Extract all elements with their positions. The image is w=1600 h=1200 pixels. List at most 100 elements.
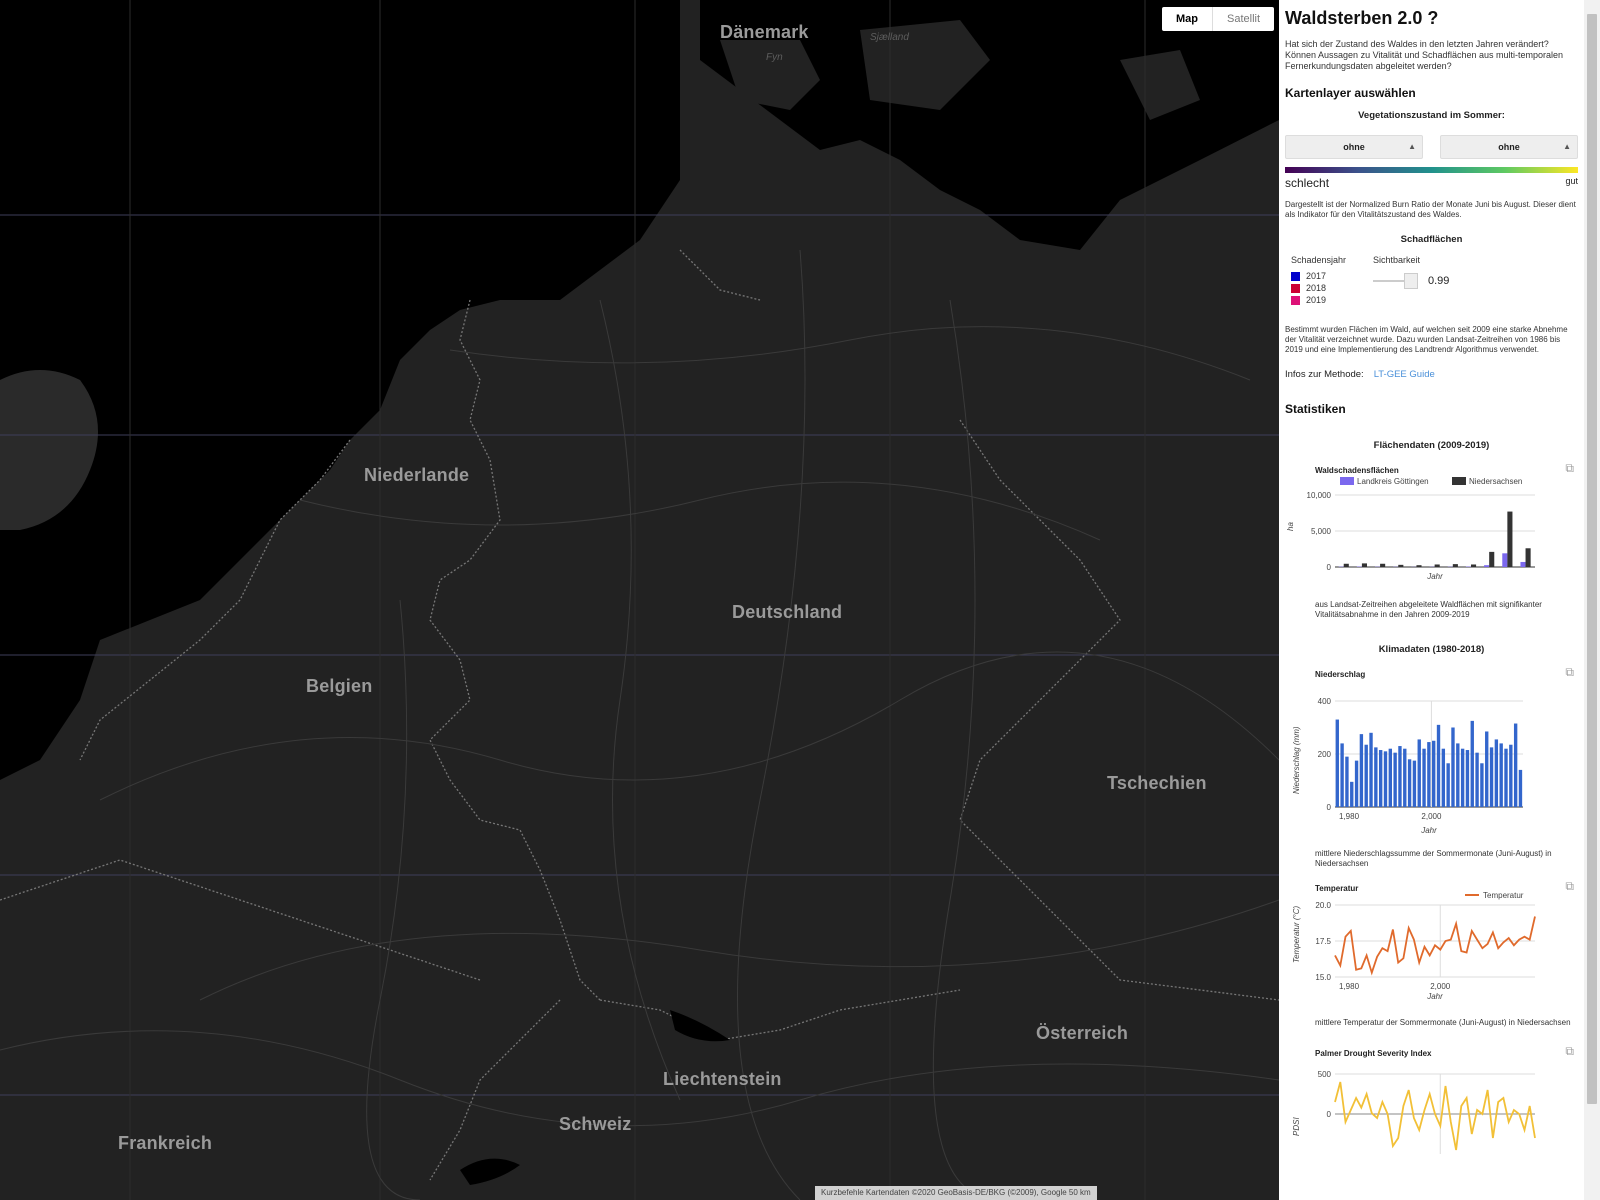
popout-icon[interactable]: ⧉ bbox=[1565, 1044, 1574, 1059]
bar bbox=[1499, 743, 1503, 807]
bar bbox=[1436, 724, 1441, 807]
y-axis-label: PDSI bbox=[1292, 1117, 1301, 1136]
visibility-value: 0.99 bbox=[1428, 275, 1450, 287]
label-frankreich: Frankreich bbox=[118, 1133, 213, 1153]
bar bbox=[1446, 763, 1450, 807]
x-tick-label: 2,000 bbox=[1430, 982, 1451, 991]
bar bbox=[1460, 748, 1465, 807]
label-daenemark: Dänemark bbox=[720, 22, 809, 42]
lt-gee-guide-link[interactable]: LT-GEE Guide bbox=[1374, 369, 1435, 380]
side-panel: Waldsterben 2.0 ? Hat sich der Zustand d… bbox=[1279, 0, 1584, 1200]
temp-chart-box: ⧉ Temperatur 20.0 17.5 15.0 1,980 2,000 Jahr Te… bbox=[1285, 879, 1578, 1014]
bar bbox=[1507, 511, 1513, 567]
bar bbox=[1359, 734, 1364, 807]
veg-select-right-value: ohne bbox=[1498, 142, 1520, 152]
legend-item-2017: 2017 bbox=[1291, 271, 1373, 281]
legend-swatch bbox=[1340, 477, 1354, 485]
y-tick-label: 500 bbox=[1318, 1070, 1332, 1079]
label-niederlande: Niederlande bbox=[364, 465, 470, 485]
legend-item-2019: 2019 bbox=[1291, 295, 1373, 305]
y-axis-label: ha bbox=[1286, 522, 1295, 531]
series-line bbox=[1334, 916, 1536, 976]
area-chart: Waldschadensflächen Landkreis Göttingen Ni… bbox=[1286, 466, 1535, 581]
bar bbox=[1427, 742, 1431, 807]
label-fyn: Fyn bbox=[766, 52, 783, 63]
bar bbox=[1361, 563, 1367, 567]
bar bbox=[1475, 752, 1479, 807]
map-type-satellite-button[interactable]: Satellit bbox=[1213, 7, 1274, 31]
temp-caption: mittlere Temperatur der Sommermonate (Ju… bbox=[1315, 1018, 1571, 1027]
pdsi-chart: Palmer Drought Severity Index 500 0 PDSI bbox=[1292, 1049, 1536, 1154]
label-belgien: Belgien bbox=[306, 676, 373, 696]
y-tick-label: 400 bbox=[1318, 697, 1332, 706]
legend-swatch bbox=[1291, 295, 1300, 305]
layer-heading: Kartenlayer auswählen bbox=[1285, 86, 1416, 100]
bar bbox=[1416, 565, 1422, 567]
x-axis-label: Jahr bbox=[1420, 826, 1437, 835]
bar bbox=[1489, 551, 1495, 567]
bar bbox=[1364, 744, 1368, 807]
veg-select-right[interactable]: ohne ▲ bbox=[1440, 135, 1578, 159]
bar bbox=[1388, 748, 1392, 807]
area-caption: aus Landsat-Zeitreihen abgeleitete Waldf… bbox=[1315, 600, 1542, 619]
bar bbox=[1489, 747, 1494, 807]
legend-swatch bbox=[1291, 283, 1300, 293]
veg-select-left-value: ohne bbox=[1343, 142, 1365, 152]
veg-select-left[interactable]: ohne ▲ bbox=[1285, 135, 1423, 159]
precip-chart: Niederschlag 400 200 0 1,980 2,000 Jahr Nieders… bbox=[1292, 670, 1523, 835]
bar bbox=[1398, 564, 1404, 567]
legend-label: Niedersachsen bbox=[1469, 477, 1522, 486]
map-attribution[interactable]: Kurzbefehle Kartendaten ©2020 GeoBasis-D… bbox=[815, 1186, 1097, 1200]
popout-icon[interactable]: ⧉ bbox=[1565, 461, 1574, 476]
chart-title: Palmer Drought Severity Index bbox=[1315, 1049, 1432, 1058]
precip-chart-box: ⧉ Niederschlag 400 200 0 1,980 2,000 Jahr Niede… bbox=[1285, 665, 1578, 845]
scrollbar-thumb[interactable] bbox=[1587, 14, 1597, 1104]
temp-chart: Temperatur 20.0 17.5 15.0 1,980 2,000Jahr Temp… bbox=[1292, 884, 1536, 1001]
x-tick-label: 1,980 bbox=[1339, 982, 1360, 991]
method-label: Infos zur Methode: bbox=[1285, 369, 1364, 380]
popout-icon[interactable]: ⧉ bbox=[1565, 665, 1574, 680]
y-tick-label: 0 bbox=[1327, 563, 1332, 572]
bar bbox=[1470, 720, 1474, 807]
bar bbox=[1504, 748, 1508, 807]
map-basemap[interactable] bbox=[0, 0, 1279, 1200]
y-tick-label: 20.0 bbox=[1315, 901, 1331, 910]
map-type-map-button[interactable]: Map bbox=[1162, 7, 1213, 31]
bar bbox=[1398, 746, 1402, 807]
bar bbox=[1432, 740, 1436, 807]
panel-scrollbar[interactable] bbox=[1584, 0, 1600, 1200]
x-tick-label: 1,980 bbox=[1339, 812, 1360, 821]
updown-arrow-icon: ▲ bbox=[1563, 142, 1571, 151]
visibility-slider[interactable] bbox=[1373, 273, 1418, 289]
y-tick-label: 17.5 bbox=[1315, 937, 1331, 946]
bar bbox=[1340, 743, 1344, 807]
bar bbox=[1441, 748, 1446, 807]
bar bbox=[1403, 748, 1407, 807]
y-tick-label: 200 bbox=[1318, 750, 1332, 759]
nbr-text: Dargestellt ist der Normalized Burn Rati… bbox=[1285, 200, 1576, 219]
color-ramp bbox=[1285, 167, 1578, 173]
bar bbox=[1494, 739, 1499, 807]
y-tick-label: 5,000 bbox=[1311, 527, 1332, 536]
bar bbox=[1407, 759, 1412, 807]
legend-year: 2019 bbox=[1306, 295, 1327, 305]
bar bbox=[1456, 743, 1460, 807]
stats-heading: Statistiken bbox=[1285, 402, 1346, 416]
chart-title: Temperatur bbox=[1315, 884, 1358, 893]
bar bbox=[1378, 750, 1383, 807]
map-view[interactable]: Dänemark Fyn Sjælland Niederlande Deutsc… bbox=[0, 0, 1279, 1200]
bar bbox=[1452, 564, 1458, 567]
popout-icon[interactable]: ⧉ bbox=[1565, 879, 1574, 894]
label-oesterreich: Österreich bbox=[1036, 1023, 1129, 1043]
bar bbox=[1520, 561, 1526, 567]
legend-year: 2017 bbox=[1306, 271, 1327, 281]
intro-text: Hat sich der Zustand des Waldes in den l… bbox=[1285, 39, 1564, 71]
label-liechtenstein: Liechtenstein bbox=[663, 1069, 782, 1089]
bar bbox=[1471, 564, 1477, 567]
bar bbox=[1343, 563, 1349, 567]
area-heading: Flächendaten (2009-2019) bbox=[1373, 440, 1490, 451]
visibility-slider-knob[interactable] bbox=[1404, 273, 1418, 289]
bar bbox=[1509, 744, 1513, 807]
bar bbox=[1369, 732, 1373, 807]
label-sjaelland: Sjælland bbox=[870, 32, 909, 43]
